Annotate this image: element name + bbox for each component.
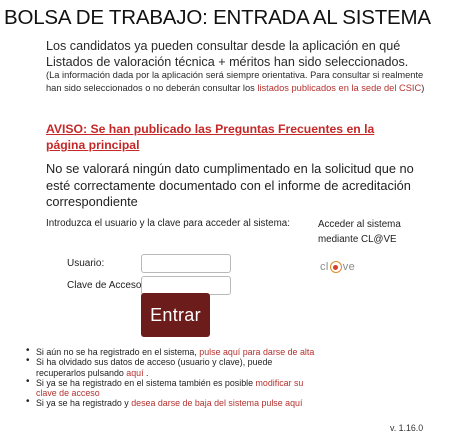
recover-credentials-link[interactable]: aquí [126,368,143,378]
password-label: Clave de Acceso: [67,280,145,291]
clave-logo-left: cl [320,261,329,273]
clave-logo-icon [329,261,342,273]
unregister-link[interactable]: desea darse de baja del sistema pulse aq… [131,398,302,408]
list-item-text: Si ha olvidado sus datos de acceso (usua… [36,357,273,378]
list-item-text: Si aún no se ha registrado en el sistema… [36,347,200,357]
username-input[interactable] [141,254,231,273]
bullet-icon: • [26,396,30,408]
list-item: • Si ya se ha registrado en el sistema ta… [26,375,316,399]
note-close: ) [421,82,425,93]
intro-text: Los candidatos ya pueden consultar desde… [46,39,409,69]
list-item-text: Si ya se ha registrado en el sistema tam… [36,377,256,388]
info-note: (La información dada por la aplicación s… [46,69,441,94]
version-label: v. 1.16.0 [390,423,424,433]
register-link[interactable]: pulse aquí para darse de alta [199,347,314,357]
list-item: • Si ha olvidado sus datos de acceso (usu… [26,355,316,378]
csic-listings-link[interactable]: listados publicados en la sede del CSIC [257,83,421,93]
bullet-icon: • [26,355,30,367]
list-item: • Si ya se ha registrado y desea darse de… [26,396,316,409]
list-item: • Si aún no se ha registrado en el sistem… [26,345,316,357]
clave-access-link[interactable]: Acceder al sistema mediante CL@VE [318,217,438,247]
list-item-after: . [143,367,149,378]
documentation-warning: No se valorará ningún dato cumplimentado… [46,161,414,209]
clave-logo[interactable]: cl ve [320,261,355,273]
username-label: Usuario: [67,258,105,269]
login-button[interactable]: Entrar [141,293,210,337]
page-title: BOLSA DE TRABAJO: ENTRADA AL SISTEMA [4,6,431,29]
login-prompt: Introduzca el usuario y la clave para ac… [46,218,290,229]
help-links-list: • Si aún no se ha registrado en el sistem… [26,345,316,409]
faq-notice-link[interactable]: AVISO: Se han publicado las Preguntas Fr… [46,121,416,153]
list-item-text: Si ya se ha registrado y [36,398,132,409]
clave-logo-right: ve [342,261,356,273]
bullet-icon: • [26,375,30,387]
